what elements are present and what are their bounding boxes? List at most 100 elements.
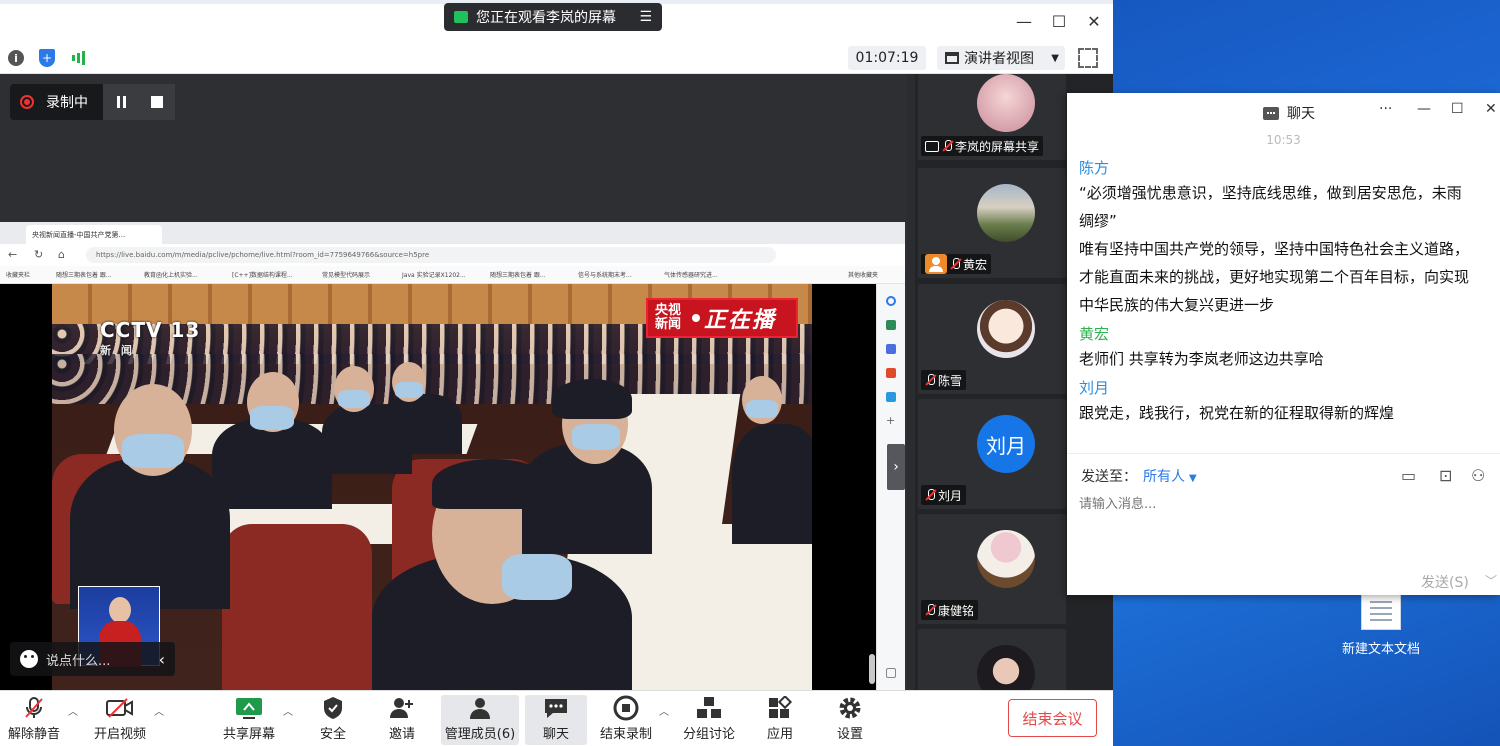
participant-name: 康健铭 (938, 603, 975, 618)
chat-message-line: 才能直面未来的挑战，更好地实现第二个百年目标，向实现 (1079, 268, 1470, 286)
participant-tile[interactable]: 李岚的屏幕共享 (918, 74, 1066, 160)
scrollbar[interactable] (869, 654, 875, 684)
participant-tile[interactable] (918, 629, 1066, 690)
layout-icon[interactable] (886, 668, 896, 678)
shield-icon[interactable]: + (36, 47, 58, 69)
folder-icon[interactable]: ▭ (1401, 466, 1416, 485)
browser-tab[interactable]: 央视新闻直播-中国共产党第... (26, 225, 162, 244)
chat-button[interactable]: 聊天 (525, 695, 587, 745)
user-icon[interactable]: ⚇ (1471, 466, 1485, 485)
participant-tile[interactable]: 康健铭 (918, 514, 1066, 624)
chat-sender: 刘月 (1079, 379, 1110, 397)
chat-message-line: 唯有坚持中国共产党的领导，坚持中国特色社会主义道路， (1079, 240, 1470, 258)
breakout-icon (696, 695, 722, 721)
favorite-item[interactable]: [C++]数据结构课程... (232, 270, 293, 279)
unmute-button[interactable]: 解除静音 (6, 695, 62, 745)
chevron-up-icon[interactable]: ︿ (68, 703, 78, 718)
start-video-button[interactable]: 开启视频 (90, 695, 150, 745)
menu-icon[interactable]: ☰ (639, 9, 652, 25)
chat-compose: 发送至： 所有人 ▼ ▭ ⊡ ⚇ 发送(S) ﹀ (1067, 453, 1500, 595)
participant-tile[interactable]: 陈雪 (918, 284, 1066, 394)
desktop-file-new-text[interactable]: 新建文本文档 (1335, 590, 1427, 657)
search-icon[interactable] (886, 296, 896, 306)
security-button[interactable]: 安全 (312, 695, 354, 745)
recording-bar: 录制中 (10, 84, 175, 120)
browser-sidebar: + (876, 284, 905, 712)
unmute-label: 解除静音 (7, 727, 60, 742)
chat-icon (543, 695, 569, 721)
close-button[interactable]: ✕ (1485, 101, 1497, 117)
signal-icon[interactable] (68, 47, 90, 69)
collapse-panel-button[interactable]: › (887, 444, 905, 490)
stop-recording-button[interactable] (139, 84, 175, 120)
participant-tile[interactable]: 黄宏 (918, 168, 1066, 278)
browser-tab-bar: 央视新闻直播-中国共产党第... (0, 222, 905, 244)
chat-timestamp: 10:53 (1266, 133, 1301, 147)
participant-name: 刘月 (938, 488, 963, 503)
end-meeting-button[interactable]: 结束会议 (1008, 699, 1097, 737)
favorite-item[interactable]: 随想三期表包着 跟... (490, 270, 546, 279)
avatar (977, 184, 1035, 242)
info-icon[interactable]: i (5, 47, 27, 69)
participant-tile[interactable]: 刘月 刘月 (918, 399, 1066, 509)
outlook-icon[interactable] (886, 392, 896, 402)
favorite-item[interactable]: 其他收藏夹 (848, 270, 878, 279)
settings-button[interactable]: 设置 (828, 695, 872, 745)
favorite-item[interactable]: 教育函化上机实验... (144, 270, 198, 279)
video-comment-input[interactable]: 说点什么... ‹ (10, 642, 175, 676)
favorite-item[interactable]: 随想三期表包着 跟... (56, 270, 112, 279)
minimize-button[interactable]: — (1011, 8, 1037, 34)
browser-url[interactable]: https://live.baidu.com/m/media/pclive/pc… (86, 247, 776, 263)
favorite-item[interactable]: Java 实验记录X1202... (402, 270, 466, 279)
meeting-timer: 01:07:19 (848, 46, 926, 70)
close-button[interactable]: ✕ (1081, 8, 1107, 34)
send-to-value: 所有人 (1143, 469, 1185, 485)
chevron-up-icon[interactable]: ︿ (659, 703, 669, 718)
fullscreen-icon[interactable] (1078, 48, 1098, 68)
maximize-button[interactable]: ☐ (1046, 8, 1072, 34)
plus-icon[interactable]: + (886, 415, 896, 426)
browser-address-bar: ← ↻ ⌂ https://live.baidu.com/m/media/pcl… (0, 244, 905, 266)
participant-name-tag: 黄宏 (921, 254, 992, 274)
favorite-item[interactable]: 信号与系统期末考... (578, 270, 632, 279)
favorite-item[interactable]: 常见模型代码展示 (322, 270, 370, 279)
favorite-item[interactable]: 气体传感器研究进... (664, 270, 718, 279)
share-screen-button[interactable]: 共享屏幕 (220, 695, 278, 745)
view-mode-dropdown[interactable]: 演讲者视图 ▼ (937, 46, 1065, 70)
screen-share-banner[interactable]: 您正在观看李岚的屏幕 ☰ (444, 3, 662, 31)
participant-name-tag: 李岚的屏幕共享 (921, 136, 1044, 156)
chevron-down-icon[interactable]: ﹀ (1485, 572, 1497, 589)
emoji-icon[interactable] (20, 650, 38, 668)
chevron-up-icon[interactable]: ︿ (283, 703, 293, 718)
bag-icon[interactable] (886, 320, 896, 330)
maximize-button[interactable]: ☐ (1451, 101, 1464, 117)
chat-input[interactable] (1079, 494, 1479, 514)
apps-button[interactable]: 应用 (758, 695, 802, 745)
invite-button[interactable]: 邀请 (380, 695, 424, 745)
video-comment-placeholder: 说点什么... (46, 653, 111, 669)
chat-header: 聊天 ··· — ☐ ✕ (1067, 93, 1500, 129)
send-to-selector[interactable]: 发送至： 所有人 ▼ (1081, 466, 1197, 486)
participant-name-tag: 康健铭 (921, 600, 979, 620)
title-bar: 您正在观看李岚的屏幕 ☰ — ☐ ✕ (0, 0, 1113, 42)
refresh-icon[interactable]: ↻ (34, 248, 48, 262)
screenshot-icon[interactable]: ⊡ (1439, 466, 1452, 485)
chevron-up-icon[interactable]: ︿ (154, 703, 164, 718)
back-icon[interactable]: ← (8, 248, 22, 262)
minimize-button[interactable]: — (1417, 101, 1431, 117)
add-user-icon (389, 695, 415, 721)
end-recording-button[interactable]: 结束录制 (597, 695, 655, 745)
person-icon[interactable] (886, 344, 896, 354)
mic-off-icon (23, 695, 45, 721)
more-icon[interactable]: ··· (1379, 101, 1392, 117)
home-icon[interactable]: ⌂ (58, 248, 72, 262)
manage-members-button[interactable]: 管理成员(6) (441, 695, 519, 745)
office-icon[interactable] (886, 368, 896, 378)
chevron-left-icon[interactable]: ‹ (159, 650, 165, 669)
live-badge: 央视 新闻 正在播 (646, 298, 798, 338)
live-video[interactable]: CCTV 13 新 闻 央视 新闻 正在播 说点什么... ‹ (0, 284, 876, 712)
favorite-item[interactable]: 收藏夹栏 (6, 270, 30, 279)
pause-recording-button[interactable] (103, 84, 139, 120)
send-button[interactable]: 发送(S) (1421, 572, 1469, 592)
breakout-button[interactable]: 分组讨论 (680, 695, 738, 745)
